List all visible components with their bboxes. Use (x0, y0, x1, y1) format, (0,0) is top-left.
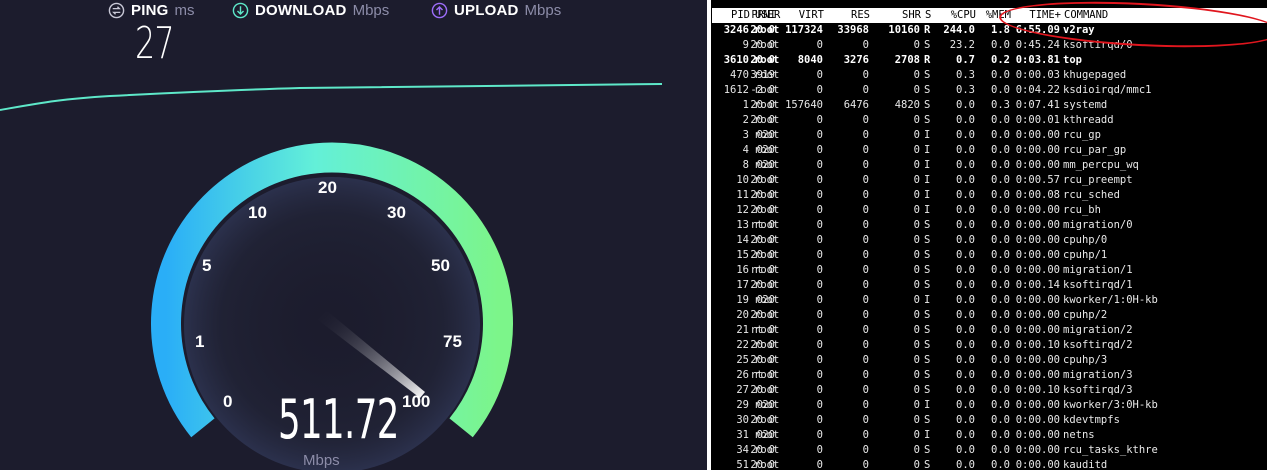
upload-icon (431, 2, 448, 19)
download-header: DOWNLOAD Mbps (232, 2, 389, 19)
table-cell: 0:00.00 (1015, 219, 1060, 231)
speed-unit-footer: Mbps (297, 452, 340, 469)
table-cell: 0:00.00 (1015, 309, 1060, 321)
ping-unit: ms (174, 2, 195, 19)
gauge-tick-0: 0 (223, 392, 232, 411)
upload-unit: Mbps (524, 2, 562, 19)
upload-header: UPLOAD Mbps (431, 2, 561, 19)
table-cell: systemd (1063, 99, 1108, 111)
table-cell: 0:00.00 (1015, 369, 1060, 381)
table-cell: ksoftirqd/1 (1063, 279, 1133, 291)
table-cell: 0:00.00 (1015, 159, 1060, 171)
table-cell: rcu_bh (1063, 204, 1101, 216)
table-cell: 0:00.10 (1015, 384, 1060, 396)
table-cell: 0:00.00 (1015, 444, 1060, 456)
table-cell: 0:00.00 (1015, 429, 1060, 441)
table-cell: 0:00.14 (1015, 279, 1060, 291)
table-cell: migration/1 (1063, 264, 1133, 276)
gauge-tick-10: 10 (248, 203, 267, 222)
download-label: DOWNLOAD (255, 2, 347, 19)
gauge-tick-30: 30 (387, 203, 406, 222)
table-cell: 0:00.00 (1015, 459, 1060, 470)
speed-unit-label: Mbps (303, 452, 340, 469)
table-cell: 0:03.81 (1015, 54, 1060, 66)
download-unit: Mbps (352, 2, 390, 19)
table-cell: 0:00.10 (1015, 339, 1060, 351)
top-terminal: PID USER PR NI VIRT RES SHR S %CPU %MEM TIME+ COMMA… (711, 0, 1267, 470)
gauge-tick-100: 100 (402, 392, 430, 411)
table-cell: kauditd (1063, 459, 1108, 470)
table-cell: ksoftirqd/3 (1063, 384, 1133, 396)
table-cell: 0:00.08 (1015, 189, 1060, 201)
download-icon (232, 2, 249, 19)
table-cell: ksoftirqd/2 (1063, 339, 1133, 351)
table-cell: 0:00.01 (1015, 114, 1060, 126)
table-cell: cpuhp/0 (1063, 234, 1108, 246)
gauge-tick-50: 50 (431, 256, 450, 275)
table-cell: migration/3 (1063, 369, 1133, 381)
table-cell: 0:00.00 (1015, 249, 1060, 261)
table-cell: rcu_sched (1063, 189, 1120, 201)
table-cell: 0:00.00 (1015, 414, 1060, 426)
table-cell: ksdioirqd/mmc1 (1063, 84, 1152, 96)
gauge-tick-5: 5 (202, 256, 211, 275)
speedtest-panel: 0 1 5 10 20 30 50 75 100 PING ms DOWNLOA… (0, 0, 707, 470)
gauge-tick-20: 20 (318, 178, 337, 197)
ping-header: PING ms (108, 2, 194, 19)
table-cell: cpuhp/2 (1063, 309, 1108, 321)
table-cell: kthreadd (1063, 114, 1114, 126)
ping-icon (108, 2, 125, 19)
table-cell: rcu_gp (1063, 129, 1101, 141)
ping-value: 27 (135, 18, 175, 69)
table-cell: 0:07.41 (1015, 99, 1060, 111)
table-cell: kworker/1:0H-kb (1063, 294, 1158, 306)
table-cell: rcu_preempt (1063, 174, 1133, 186)
table-cell: 0:00.00 (1015, 144, 1060, 156)
table-cell: 0:00.00 (1015, 264, 1060, 276)
table-cell: rcu_par_gp (1063, 144, 1127, 156)
table-cell: 0:00.00 (1015, 204, 1060, 216)
table-cell: kworker/3:0H-kb (1063, 399, 1158, 411)
table-cell: cpuhp/3 (1063, 354, 1108, 366)
table-cell: migration/0 (1063, 219, 1133, 231)
table-cell: 0:00.00 (1015, 324, 1060, 336)
table-cell: rcu_tasks_kthre (1063, 444, 1158, 456)
download-graph-line (0, 83, 663, 111)
table-cell: kdevtmpfs (1063, 414, 1120, 426)
table-cell: 0:00.03 (1015, 69, 1060, 81)
gauge-tick-75: 75 (443, 332, 462, 351)
table-cell: mm_percpu_wq (1063, 159, 1139, 171)
table-cell: top (1063, 54, 1082, 66)
gauge-tick-1: 1 (195, 332, 204, 351)
table-cell: 0:00.00 (1015, 129, 1060, 141)
table-cell: netns (1063, 429, 1095, 441)
table-cell: 0:04.22 (1015, 84, 1060, 96)
table-cell: 0:00.00 (1015, 399, 1060, 411)
upload-label: UPLOAD (454, 2, 519, 19)
speed-value: 511.72 (278, 388, 399, 451)
ping-label: PING (131, 2, 169, 19)
table-cell: 0:00.00 (1015, 294, 1060, 306)
table-cell: 0:00.00 (1015, 234, 1060, 246)
table-cell: 0:00.00 (1015, 354, 1060, 366)
table-cell: 0:00.57 (1015, 174, 1060, 186)
table-cell: cpuhp/1 (1063, 249, 1108, 261)
table-cell: khugepaged (1063, 69, 1127, 81)
table-cell: migration/2 (1063, 324, 1133, 336)
table-cell: 0:45.24 (1015, 39, 1060, 51)
